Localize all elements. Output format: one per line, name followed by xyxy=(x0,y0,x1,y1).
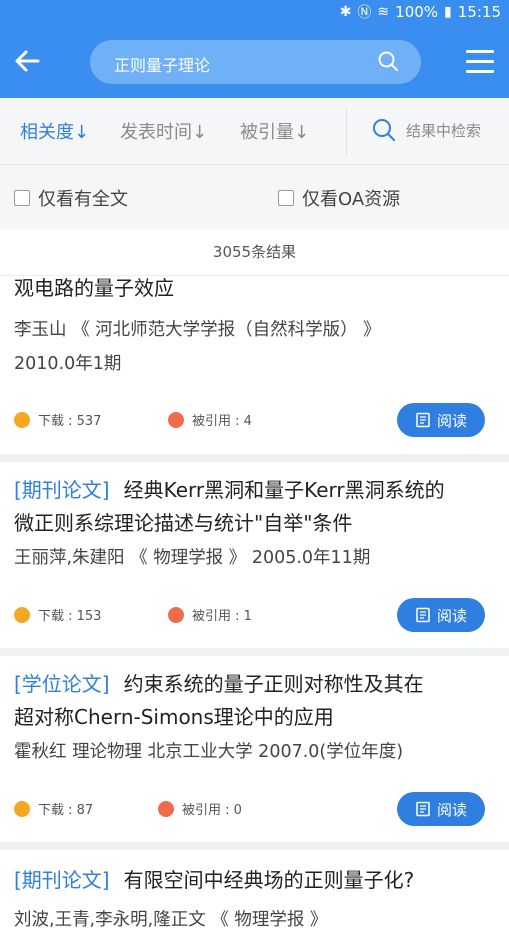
checkbox-icon xyxy=(14,190,30,206)
bluetooth-icon: ✱ xyxy=(339,4,352,20)
back-arrow-icon[interactable] xyxy=(10,46,44,76)
title-text: 有限空间中经典场的正则量子化? xyxy=(123,868,415,892)
result-meta: 李玉山 《 河北师范大学学报（自然科学版） 》 xyxy=(14,320,381,340)
sort-date[interactable]: 发表时间↓ xyxy=(120,118,207,144)
result-meta: 王丽萍,朱建阳 《 物理学报 》 2005.0年11期 xyxy=(14,548,371,568)
citations-text: 被引用 : 0 xyxy=(182,803,242,818)
sort-citations[interactable]: 被引量↓ xyxy=(240,118,309,144)
citations-stat: 被引用 : 0 xyxy=(158,799,242,818)
share-icon xyxy=(168,606,184,623)
document-icon xyxy=(416,607,430,623)
read-button[interactable]: 阅读 xyxy=(397,792,485,826)
nfc-icon: Ⓝ xyxy=(357,5,372,21)
result-card[interactable]: [期刊论文] 有限空间中经典场的正则量子化? 刘波,王青,李永明,隆正文 《 物理… xyxy=(0,850,509,930)
citations-stat: 被引用 : 1 xyxy=(168,605,252,624)
clock: 15:15 xyxy=(457,3,501,21)
search-in-results-label: 结果中检索 xyxy=(406,121,482,140)
citations-text: 被引用 : 1 xyxy=(192,609,252,624)
title-text: 微正则系综理论描述与统计"自举"条件 xyxy=(14,511,353,535)
divider xyxy=(0,648,509,656)
result-title[interactable]: [学位论文] 约束系统的量子正则对称性及其在 超对称Chern-Simons理论中… xyxy=(14,668,495,734)
oa-checkbox[interactable]: 仅看OA资源 xyxy=(278,185,400,211)
result-issue: 2010.0年1期 xyxy=(14,354,122,374)
document-icon xyxy=(416,412,430,428)
menu-icon[interactable] xyxy=(466,50,494,74)
search-icon[interactable] xyxy=(377,50,399,72)
downloads-stat: 下载 : 87 xyxy=(14,799,93,818)
result-title[interactable]: [期刊论文] 有限空间中经典场的正则量子化? xyxy=(14,864,495,897)
result-card[interactable]: [期刊论文] 经典Kerr黑洞和量子Kerr黑洞系统的 微正则系综理论描述与统计"… xyxy=(0,462,509,647)
divider xyxy=(346,108,347,156)
search-query[interactable]: 正则量子理论 xyxy=(114,52,210,76)
downloads-text: 下载 : 153 xyxy=(38,609,102,624)
sort-bar: 相关度↓ 发表时间↓ 被引量↓ 结果中检索 xyxy=(0,98,509,165)
result-title[interactable]: [期刊论文] 经典Kerr黑洞和量子Kerr黑洞系统的 微正则系综理论描述与统计"… xyxy=(14,474,495,540)
checkbox-icon xyxy=(278,190,294,206)
full-text-checkbox[interactable]: 仅看有全文 xyxy=(14,185,128,211)
app-bar: 正则量子理论 xyxy=(0,24,509,98)
results-count: 3055条结果 xyxy=(0,229,509,276)
citations-stat: 被引用 : 4 xyxy=(168,410,252,429)
result-meta: 霍秋红 理论物理 北京工业大学 2007.0(学位年度) xyxy=(14,742,404,762)
downloads-text: 下载 : 87 xyxy=(38,803,94,818)
download-icon xyxy=(14,800,30,817)
battery-level: 100% xyxy=(395,3,439,21)
search-icon xyxy=(373,119,395,141)
result-type: [期刊论文] xyxy=(14,478,110,502)
citations-text: 被引用 : 4 xyxy=(192,414,252,429)
downloads-stat: 下载 : 537 xyxy=(14,410,101,429)
download-icon xyxy=(14,606,30,623)
read-label: 阅读 xyxy=(436,606,467,625)
downloads-text: 下载 : 537 xyxy=(38,414,102,429)
title-text: 观电路的量子效应 xyxy=(14,276,174,300)
divider xyxy=(0,842,509,850)
filter-bar: 仅看有全文 仅看OA资源 xyxy=(0,165,509,229)
title-text: 超对称Chern-Simons理论中的应用 xyxy=(14,705,334,729)
search-box[interactable]: 正则量子理论 xyxy=(90,40,421,84)
result-card[interactable]: 观电路的量子效应 李玉山 《 河北师范大学学报（自然科学版） 》 2010.0年… xyxy=(0,276,509,454)
wifi-signal-icon: ≋ xyxy=(377,4,390,20)
document-icon xyxy=(416,801,430,817)
read-label: 阅读 xyxy=(436,800,467,819)
title-text: 经典Kerr黑洞和量子Kerr黑洞系统的 xyxy=(123,478,445,502)
read-button[interactable]: 阅读 xyxy=(397,598,485,632)
result-meta: 刘波,王青,李永明,隆正文 《 物理学报 》 xyxy=(14,910,328,930)
read-label: 阅读 xyxy=(436,411,467,430)
downloads-stat: 下载 : 153 xyxy=(14,605,101,624)
battery-icon: ▮ xyxy=(444,4,452,20)
status-bar: ✱ Ⓝ ≋ 100% ▮ 15:15 xyxy=(0,0,509,24)
sort-relevance[interactable]: 相关度↓ xyxy=(20,118,89,144)
result-type: [学位论文] xyxy=(14,672,110,696)
read-button[interactable]: 阅读 xyxy=(397,403,485,437)
result-title[interactable]: 观电路的量子效应 xyxy=(14,272,495,305)
share-icon xyxy=(158,800,174,817)
divider xyxy=(0,454,509,462)
download-icon xyxy=(14,411,30,428)
share-icon xyxy=(168,411,184,428)
result-type: [期刊论文] xyxy=(14,868,110,892)
result-card[interactable]: [学位论文] 约束系统的量子正则对称性及其在 超对称Chern-Simons理论中… xyxy=(0,656,509,841)
search-in-results-button[interactable]: 结果中检索 xyxy=(372,116,481,144)
full-text-label: 仅看有全文 xyxy=(38,189,128,210)
title-text: 约束系统的量子正则对称性及其在 xyxy=(123,672,424,696)
oa-label: 仅看OA资源 xyxy=(302,189,401,210)
